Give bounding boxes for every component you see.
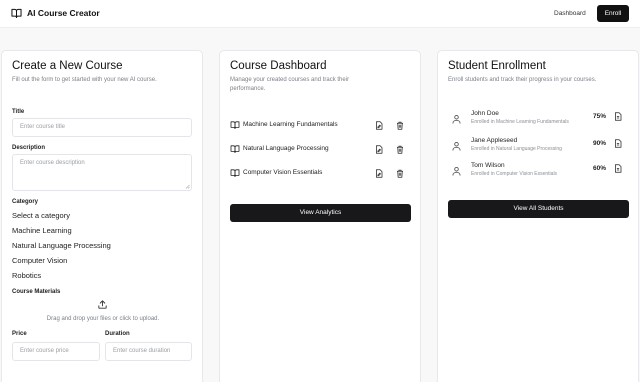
category-option[interactable]: Robotics	[12, 271, 41, 280]
category-option[interactable]: Natural Language Processing	[12, 241, 111, 250]
course-materials-label: Course Materials	[12, 289, 61, 295]
top-bar: AI Course Creator Dashboard Enroll	[0, 0, 640, 28]
file-edit-icon[interactable]	[375, 145, 383, 154]
book-open-icon	[11, 8, 22, 18]
student-course: Enrolled in Computer Vision Essentials	[471, 171, 558, 177]
resize-handle-icon[interactable]	[185, 184, 190, 189]
course-dashboard-title: Course Dashboard	[230, 60, 327, 72]
student-progress: 60%	[593, 165, 607, 172]
course-description-input[interactable]: Enter course description	[12, 154, 192, 191]
student-progress: 90%	[593, 140, 607, 147]
trash-icon[interactable]	[396, 121, 404, 130]
category-option[interactable]: Machine Learning	[12, 226, 72, 235]
file-edit-icon[interactable]	[375, 121, 383, 130]
create-course-title: Create a New Course	[12, 60, 123, 72]
student-course: Enrolled in Machine Learning Fundamental…	[471, 119, 569, 125]
student-row: Jane Appleseed Enrolled in Natural Langu…	[448, 137, 630, 159]
book-open-icon	[230, 169, 240, 177]
description-label: Description	[12, 145, 46, 151]
course-dashboard-card: Course Dashboard Manage your created cou…	[219, 50, 421, 382]
file-text-icon[interactable]	[614, 112, 622, 121]
enroll-button[interactable]: Enroll	[597, 5, 629, 22]
course-name: Computer Vision Essentials	[243, 169, 323, 176]
create-course-subtitle: Fill out the form to get started with yo…	[12, 77, 157, 83]
category-option[interactable]: Computer Vision	[12, 256, 67, 265]
trash-icon[interactable]	[396, 169, 404, 178]
student-progress: 75%	[593, 113, 607, 120]
nav-dashboard-link[interactable]: Dashboard	[554, 10, 586, 17]
book-open-icon	[230, 121, 240, 129]
user-icon	[452, 166, 461, 176]
app-title: AI Course Creator	[27, 8, 100, 18]
view-all-students-button[interactable]: View All Students	[448, 200, 629, 218]
upload-icon[interactable]	[97, 299, 108, 310]
price-label: Price	[12, 331, 27, 337]
user-icon	[452, 141, 461, 151]
file-text-icon[interactable]	[614, 139, 622, 148]
course-name: Machine Learning Fundamentals	[243, 121, 338, 128]
student-name: Tom Wilson	[471, 162, 505, 169]
course-duration-input[interactable]: Enter course duration	[105, 342, 192, 361]
category-option[interactable]: Select a category	[12, 211, 70, 220]
student-name: John Doe	[471, 110, 499, 117]
file-edit-icon[interactable]	[375, 169, 383, 178]
brand[interactable]: AI Course Creator	[11, 8, 100, 18]
user-icon	[452, 114, 461, 124]
student-row: John Doe Enrolled in Machine Learning Fu…	[448, 110, 630, 132]
file-text-icon[interactable]	[614, 164, 622, 173]
course-row: Machine Learning Fundamentals	[230, 118, 412, 134]
create-course-card: Create a New Course Fill out the form to…	[1, 50, 203, 382]
student-name: Jane Appleseed	[471, 137, 518, 144]
upload-dropzone-text[interactable]: Drag and drop your files or click to upl…	[2, 316, 204, 322]
trash-icon[interactable]	[396, 145, 404, 154]
course-price-input[interactable]: Enter course price	[12, 342, 100, 361]
book-open-icon	[230, 145, 240, 153]
course-row: Computer Vision Essentials	[230, 166, 412, 182]
description-placeholder: Enter course description	[20, 160, 85, 166]
view-analytics-button[interactable]: View Analytics	[230, 204, 411, 222]
student-course: Enrolled in Natural Language Processing	[471, 146, 562, 152]
category-label: Category	[12, 199, 39, 205]
duration-label: Duration	[105, 331, 130, 337]
title-label: Title	[12, 109, 25, 115]
student-enrollment-card: Student Enrollment Enroll students and t…	[437, 50, 639, 382]
student-enrollment-subtitle: Enroll students and track their progress…	[448, 77, 597, 83]
student-row: Tom Wilson Enrolled in Computer Vision E…	[448, 162, 630, 184]
course-name: Natural Language Processing	[243, 145, 329, 152]
course-title-input[interactable]: Enter course title	[12, 118, 192, 137]
course-dashboard-subtitle: Manage your created courses and track th…	[230, 77, 350, 92]
student-enrollment-title: Student Enrollment	[448, 60, 546, 72]
course-row: Natural Language Processing	[230, 142, 412, 158]
